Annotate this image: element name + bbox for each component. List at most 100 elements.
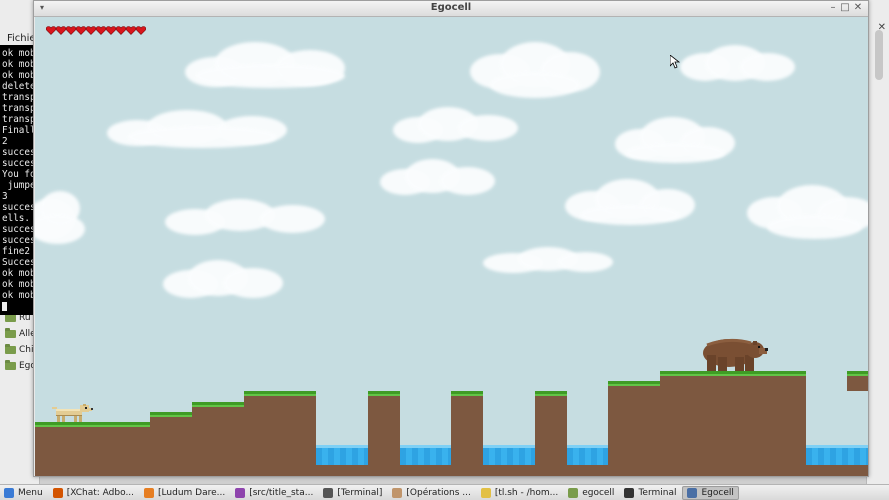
cloud — [470, 42, 605, 102]
health-hearts — [46, 26, 146, 35]
taskbar-item-label: [XChat: Adbo... — [66, 487, 135, 498]
cloud — [565, 179, 695, 227]
terminal-line: transp — [2, 92, 34, 103]
taskbar-item-label: [tl.sh - /hom... — [494, 487, 559, 498]
taskbar-item-label: [src/title_sta... — [249, 487, 314, 498]
terminal-line: fine2 — [2, 246, 30, 257]
heart-icon — [126, 26, 136, 35]
taskbar-item-label: Menu — [18, 487, 43, 498]
terminal-line: Finall — [2, 125, 34, 136]
cloud — [747, 185, 868, 240]
water — [567, 445, 608, 465]
terminal-line: succes — [2, 147, 34, 158]
taskbar-item[interactable]: [Terminal] — [319, 486, 386, 500]
cloud — [680, 45, 795, 85]
xchat-icon — [52, 487, 63, 498]
heart-icon — [96, 26, 106, 35]
window-titlebar[interactable]: ▾ Egocell – □ ✕ — [34, 1, 868, 17]
taskbar-item-label: Egocell — [701, 487, 734, 498]
enemy-bear — [703, 338, 768, 371]
file-ops-icon — [392, 487, 403, 498]
taskbar: Menu [XChat: Adbo... [Ludum Dare... [src/ti… — [0, 484, 889, 500]
scrollbar-thumb[interactable] — [875, 30, 883, 80]
ground-ledge — [847, 371, 868, 391]
folder-icon — [5, 312, 16, 322]
taskbar-item-label: [Opérations ... — [406, 487, 471, 498]
terminal-line: You fo — [2, 169, 34, 180]
folder-icon — [568, 487, 579, 498]
terminal-line: succes — [2, 158, 34, 169]
close-button[interactable]: ✕ — [853, 2, 863, 13]
background-window-right[interactable]: ✕ — [866, 0, 889, 484]
script-icon — [480, 487, 491, 498]
taskbar-item[interactable]: [Ludum Dare... — [140, 486, 229, 500]
heart-icon — [56, 26, 66, 35]
water — [806, 445, 868, 465]
window-title: Egocell — [430, 2, 472, 13]
terminal-line: succes — [2, 224, 34, 235]
browser-icon — [144, 487, 155, 498]
terminal-line: ells. — [2, 213, 30, 224]
cloud — [107, 110, 287, 150]
ground-pillar — [535, 391, 567, 476]
player-dog — [52, 404, 93, 422]
desktop: Fichie Ru Alle Chi Ego ok mob ok mob ok mo… — [0, 0, 889, 500]
game-window[interactable]: ▾ Egocell – □ ✕ — [33, 0, 869, 477]
game-canvas[interactable] — [35, 17, 868, 476]
cloud — [35, 189, 95, 249]
cloud — [380, 159, 495, 199]
heart-icon — [86, 26, 96, 35]
heart-icon — [136, 26, 146, 35]
terminal-line: ok mob — [2, 279, 34, 290]
heart-icon — [66, 26, 76, 35]
heart-icon — [46, 26, 56, 35]
taskbar-item[interactable]: Terminal — [620, 486, 680, 500]
taskbar-item[interactable]: [Opérations ... — [388, 486, 474, 500]
ground-block — [192, 402, 244, 476]
cloud — [163, 260, 283, 302]
folder-icon — [5, 328, 16, 338]
terminal-line: ok mob — [2, 70, 34, 81]
terminal-line: ok mob — [2, 290, 34, 301]
taskbar-item[interactable]: Egocell — [682, 485, 739, 500]
taskbar-item[interactable]: [src/title_sta... — [231, 486, 317, 500]
water — [316, 445, 368, 465]
menu-fichier[interactable]: Fichie — [7, 33, 36, 44]
ground-pillar — [451, 391, 483, 476]
ground-block — [660, 371, 806, 476]
taskbar-item[interactable]: [tl.sh - /hom... — [477, 486, 562, 500]
terminal-icon — [323, 487, 334, 498]
ground-block — [35, 422, 150, 476]
minimize-button[interactable]: – — [828, 2, 838, 13]
taskbar-item[interactable]: [XChat: Adbo... — [49, 486, 138, 500]
terminal-cursor — [2, 302, 7, 311]
folder-icon — [5, 344, 16, 354]
terminal-line: jumpe — [2, 180, 34, 191]
ground-block — [150, 412, 192, 476]
maximize-button[interactable]: □ — [840, 2, 850, 13]
ground-block — [608, 381, 660, 476]
ground-pillar — [368, 391, 400, 476]
taskbar-item-label: egocell — [582, 487, 615, 498]
terminal-line: succes — [2, 235, 34, 246]
water — [483, 445, 535, 465]
heart-icon — [116, 26, 126, 35]
taskbar-item-label: Terminal — [638, 487, 677, 498]
ground-block — [244, 391, 316, 476]
cloud — [483, 247, 613, 275]
cloud — [615, 117, 735, 165]
terminal-output[interactable]: ok mob ok mob ok mob delete transp transp tran… — [0, 45, 34, 315]
terminal-line: ok mob — [2, 268, 34, 279]
water — [400, 445, 451, 465]
terminal-line: Succes — [2, 257, 34, 268]
terminal-line: succes — [2, 202, 34, 213]
terminal-line: transp — [2, 114, 34, 125]
taskbar-item[interactable]: egocell — [564, 486, 618, 500]
terminal-icon — [624, 487, 635, 498]
tree-item-label: Chi — [19, 345, 34, 355]
heart-icon — [106, 26, 116, 35]
taskbar-item[interactable]: Menu — [0, 486, 47, 500]
terminal-line: ok mob — [2, 59, 34, 70]
taskbar-item-label: [Ludum Dare... — [158, 487, 226, 498]
taskbar-item-label: [Terminal] — [337, 487, 383, 498]
